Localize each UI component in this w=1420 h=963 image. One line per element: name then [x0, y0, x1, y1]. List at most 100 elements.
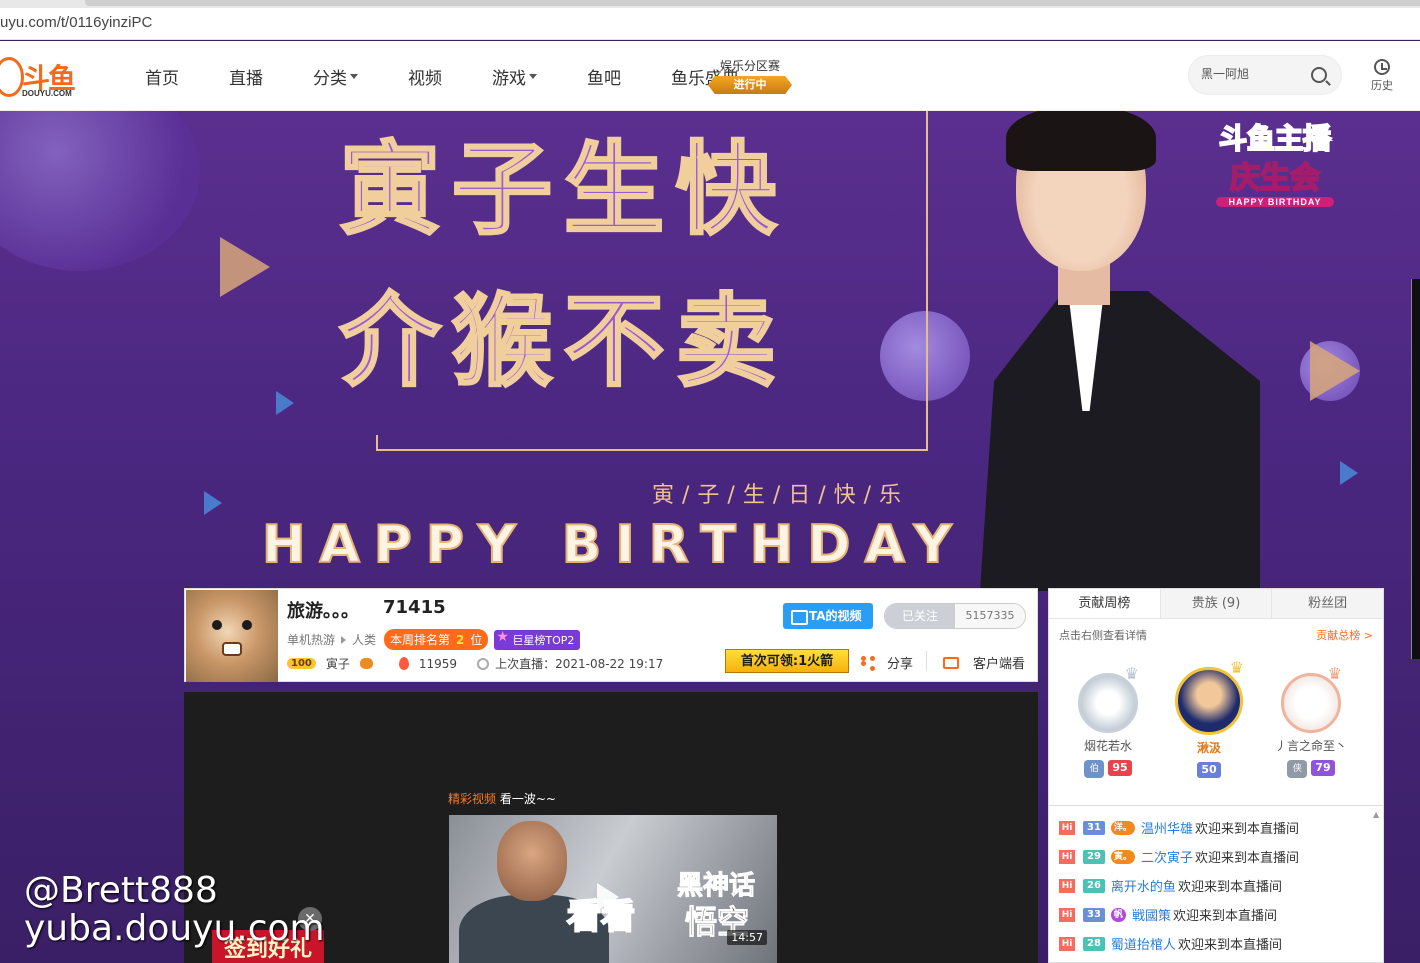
featured-video-thumbnail[interactable]: 黑神话 看看 悟空 14:57 — [449, 815, 777, 963]
panel-tabs: 贡献周榜 贵族 (9) 粉丝团 — [1049, 589, 1384, 619]
total-ranking-link[interactable]: 贡献总榜 > — [1316, 627, 1373, 643]
nav-home[interactable]: 首页 — [132, 64, 192, 89]
tab-fan-club[interactable]: 粉丝团 — [1272, 589, 1384, 618]
room-title: 旅游。。。 — [287, 601, 359, 622]
tab-nobles[interactable]: 贵族 (9) — [1160, 589, 1273, 618]
clock-icon — [1374, 59, 1390, 75]
weekly-rank-label: 本周排名第 — [390, 633, 451, 647]
nav-video[interactable]: 视频 — [395, 64, 455, 89]
hi-badge: Hi — [1059, 849, 1075, 864]
chat-username[interactable]: 温州华雄 — [1141, 818, 1193, 837]
chat-list[interactable]: Hi 31 洋。 温州华雄 欢迎来到本直播间 Hi 29 寅。 二次寅子 欢迎来… — [1048, 806, 1384, 963]
douyu-logo[interactable]: 斗鱼 DOUYU.COM — [0, 49, 80, 103]
weekly-rank-unit: 位 — [470, 633, 483, 647]
banner-title-line2: 介猴不卖 — [339, 282, 788, 400]
nav-label: 首页 — [145, 68, 179, 89]
nav-category[interactable]: 分类 — [300, 64, 371, 89]
fan-badge: 帆 — [1110, 907, 1126, 922]
chat-username[interactable]: 戦國策 — [1132, 905, 1171, 924]
nav-yuba[interactable]: 鱼吧 — [574, 64, 634, 89]
decor-triangle — [204, 491, 222, 515]
chevron-right-icon — [341, 635, 347, 644]
chat-username[interactable]: 蜀道抬棺人 — [1111, 934, 1176, 953]
avatar-eye — [212, 620, 222, 630]
chat-icon[interactable] — [359, 658, 373, 669]
rank-1-user[interactable]: ♛ 湫汲 50 — [1159, 658, 1259, 778]
chat-username[interactable]: 离开水的鱼 — [1111, 876, 1176, 895]
search-icon[interactable] — [1311, 67, 1327, 83]
birthday-logo-line1: 斗鱼主播 — [1218, 121, 1332, 156]
room-categories: 单机热游 人类 本周排名第 2 位 巨星榜TOP2 — [287, 629, 581, 650]
user-level-badge: 33 — [1083, 907, 1105, 922]
rank-3-user[interactable]: ♛ 丿言之命至丶 侠 79 — [1261, 661, 1361, 778]
address-url[interactable]: uyu.com/t/0116yinziPC — [0, 14, 152, 31]
banner-subtitle: 寅/子/生/日/快/乐 — [652, 483, 910, 508]
star-rank-badge[interactable]: 巨星榜TOP2 — [494, 629, 581, 650]
rank-user-badges: 侠 79 — [1261, 760, 1361, 778]
follow-label: 已关注 — [885, 604, 955, 628]
suit — [980, 291, 1260, 591]
featured-label-highlight: 精彩视频 — [448, 792, 497, 806]
anchor-name[interactable]: 寅子 — [326, 655, 350, 672]
clock-icon — [477, 657, 490, 670]
avatar-mouth — [222, 642, 242, 656]
main-nav: 首页 直播 分类 视频 游戏 鱼吧 鱼乐盛典 — [120, 41, 764, 111]
crown-icon: ♛ — [1229, 658, 1244, 677]
history-button[interactable]: 历史 — [1365, 59, 1399, 93]
share-button[interactable]: 分享 — [861, 653, 913, 672]
category-parent-link[interactable]: 单机热游 — [287, 631, 335, 648]
featured-video-label: 精彩视频 看一波~~ — [448, 790, 556, 807]
browser-tab-bar — [85, 0, 1420, 6]
nav-games[interactable]: 游戏 — [479, 64, 550, 89]
video-duration: 14:57 — [727, 930, 767, 945]
noble-badge: 侠 — [1287, 760, 1308, 778]
anchor-level-badge: 100 — [287, 658, 316, 669]
category-link[interactable]: 人类 — [352, 631, 376, 648]
fan-badge: 洋。 — [1110, 820, 1135, 835]
tab-weekly-contribution[interactable]: 贡献周榜 — [1049, 589, 1161, 618]
ta-video-button[interactable]: TA的视频 — [783, 603, 873, 629]
fire-icon — [398, 657, 409, 670]
avatar: ♛ — [1281, 664, 1342, 733]
chat-text: 欢迎来到本直播间 — [1172, 909, 1277, 924]
nav-label: 直播 — [229, 68, 263, 89]
event-banner[interactable]: 娱乐分区赛 进行中 — [708, 57, 792, 94]
fan-level-badge: 79 — [1311, 760, 1335, 776]
room-info-card: 旅游。。。 71415 单机热游 人类 本周排名第 2 位 巨星榜TOP2 10… — [184, 588, 1038, 682]
weekly-rank-badge[interactable]: 本周排名第 2 位 — [384, 629, 489, 650]
fan-level-badge: 50 — [1197, 762, 1221, 778]
anchor-avatar[interactable] — [186, 590, 278, 682]
chat-text: 欢迎来到本直播间 — [1194, 851, 1299, 866]
chat-text: 欢迎来到本直播间 — [1177, 880, 1282, 895]
decor-triangle — [276, 391, 294, 415]
browser-tab-strip — [0, 0, 1420, 8]
rank-2-user[interactable]: ♛ 烟花若水 伯 95 — [1058, 661, 1158, 778]
hi-badge: Hi — [1059, 907, 1075, 922]
chat-message: Hi 26 离开水的鱼 欢迎来到本直播间 — [1059, 876, 1282, 895]
hi-badge: Hi — [1059, 936, 1075, 951]
birthday-party-logo: 斗鱼主播 庆生会 HAPPY BIRTHDAY — [1200, 117, 1350, 213]
client-watch-button[interactable]: 客户端看 — [943, 653, 1025, 672]
user-level-badge: 28 — [1083, 936, 1105, 951]
play-icon[interactable] — [597, 883, 619, 911]
chat-username[interactable]: 二次寅子 — [1141, 847, 1193, 866]
weekly-rank-num: 2 — [456, 632, 465, 647]
event-status-badge: 进行中 — [708, 76, 792, 94]
contribution-panel: 贡献周榜 贵族 (9) 粉丝团 点击右侧查看详情 贡献总榜 > ♛ 烟花若水 伯… — [1048, 588, 1384, 806]
banner-title-line1: 寅子生快 — [339, 130, 788, 248]
hair — [1006, 111, 1156, 171]
address-bar[interactable]: uyu.com/t/0116yinziPC — [0, 8, 1420, 40]
first-reward-button[interactable]: 首次可领:1火箭 — [725, 649, 849, 673]
search-input[interactable] — [1201, 66, 1301, 80]
nav-label: 游戏 — [492, 68, 526, 89]
hi-badge: Hi — [1059, 820, 1075, 835]
nav-live[interactable]: 直播 — [216, 64, 276, 89]
rank-user-name: 湫汲 — [1196, 741, 1221, 755]
follow-count: 5157335 — [955, 604, 1025, 628]
follow-button[interactable]: 已关注 5157335 — [884, 603, 1026, 629]
room-meta: 100 寅子 11959 上次直播：2021-08-22 19:17 — [287, 655, 663, 672]
chat-scrollbar[interactable] — [1373, 810, 1381, 960]
chat-message: Hi 31 洋。 温州华雄 欢迎来到本直播间 — [1059, 818, 1299, 837]
user-level-badge: 26 — [1083, 878, 1105, 893]
decor-orb — [0, 111, 200, 271]
